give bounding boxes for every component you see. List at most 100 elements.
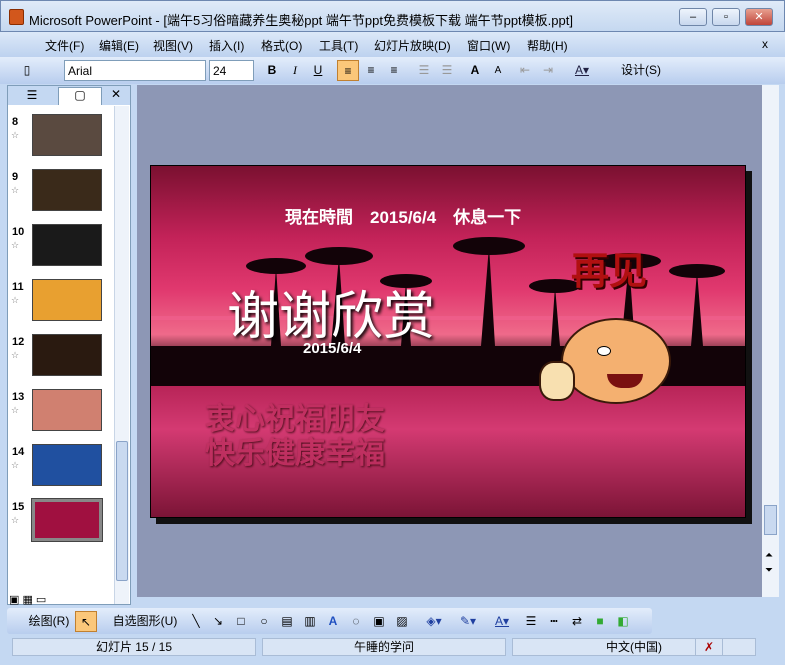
decrease-indent-icon[interactable]: ⇤ (515, 60, 535, 81)
slide-number: 13 (12, 391, 25, 403)
slide-number: 8 (12, 116, 19, 128)
bold-button[interactable]: B (263, 60, 281, 81)
slide-thumbnail-10[interactable]: 10 ☆ (8, 224, 113, 274)
outline-tab[interactable]: ☰ (12, 88, 52, 104)
increase-indent-icon[interactable]: ⇥ (538, 60, 558, 81)
align-right-icon[interactable]: ≡ (384, 60, 404, 81)
scroll-thumb[interactable] (116, 441, 128, 581)
wordart-icon[interactable]: A (324, 611, 342, 632)
slide-title: 谢谢欣赏 (227, 287, 436, 347)
menu-help[interactable]: 帮助(H) (527, 37, 568, 54)
textbox-icon[interactable]: ▤ (278, 611, 296, 632)
new-icon[interactable]: ▯ (16, 60, 38, 81)
main-scrollbar[interactable]: ⏶ ⏷ (762, 85, 779, 597)
slide-15[interactable]: 現在時間 2015/6/4 休息一下 谢谢欣赏 2015/6/4 再见 衷心祝福… (150, 165, 746, 518)
rectangle-icon[interactable]: □ (232, 611, 250, 632)
drawing-toolbar: 绘图(R) ↖ 自选图形(U) ╲ ↘ □ ○ ▤ ▥ A ◌ ▣ ▨ ◈▾ ✎… (7, 608, 652, 634)
menu-format[interactable]: 格式(O) (261, 37, 302, 54)
design-button[interactable]: 设计(S) (609, 60, 673, 81)
underline-button[interactable]: U (309, 60, 327, 81)
animation-star-icon: ☆ (11, 350, 20, 360)
powerpoint-icon (9, 9, 24, 25)
menu-view[interactable]: 视图(V) (153, 37, 193, 54)
3d-icon[interactable]: ◧ (615, 611, 631, 632)
font-select[interactable]: Arial (64, 60, 206, 81)
vertical-textbox-icon[interactable]: ▥ (301, 611, 319, 632)
maximize-button[interactable]: ▫ (712, 8, 740, 26)
font-color-draw-icon[interactable]: A▾ (489, 611, 515, 632)
menu-bar: 文件(F) 编辑(E) 视图(V) 插入(I) 格式(O) 工具(T) 幻灯片放… (0, 32, 785, 57)
status-bar: 幻灯片 15 / 15 午睡的学问 中文(中国) ✗ (0, 636, 785, 658)
diagram-icon[interactable]: ◌ (347, 611, 365, 632)
picture-icon[interactable]: ▨ (393, 611, 411, 632)
slide-counter: 幻灯片 15 / 15 (12, 638, 256, 656)
thumbnail-image (32, 224, 102, 266)
spelling-icon[interactable]: ✗ (695, 638, 723, 656)
animation-star-icon: ☆ (11, 460, 20, 470)
decrease-font-icon[interactable]: A (488, 60, 508, 81)
menu-slideshow[interactable]: 幻灯片放映(D) (374, 37, 451, 54)
line-color-icon[interactable]: ✎▾ (455, 611, 481, 632)
italic-button[interactable]: I (286, 60, 304, 81)
menu-window[interactable]: 窗口(W) (467, 37, 510, 54)
document-close-button[interactable]: x (762, 37, 768, 51)
slide-thumbnail-14[interactable]: 14 ☆ (8, 444, 113, 494)
menu-edit[interactable]: 编辑(E) (99, 37, 139, 54)
align-center-icon[interactable]: ≡ (361, 60, 381, 81)
font-size-select[interactable]: 24 (209, 60, 254, 81)
oval-icon[interactable]: ○ (255, 611, 273, 632)
thumbnail-image (31, 498, 103, 542)
formatting-toolbar: ▯ Arial 24 B I U ≡ ≡ ≡ ☰ ☰ A A ⇤ ⇥ A▾ 设计… (0, 57, 785, 84)
arrow-icon[interactable]: ↘ (209, 611, 227, 632)
animation-star-icon: ☆ (11, 185, 20, 195)
thumbnail-image (32, 334, 102, 376)
slide-thumbnail-13[interactable]: 13 ☆ (8, 389, 113, 439)
animation-star-icon: ☆ (11, 240, 20, 250)
slide-thumbnail-9[interactable]: 9 ☆ (8, 169, 113, 219)
slide-number: 14 (12, 446, 25, 458)
slide-thumbnail-15[interactable]: 15 ☆ (8, 498, 113, 549)
title-bar: Microsoft PowerPoint - [端午5习俗暗藏养生奥秘ppt 端… (0, 0, 785, 32)
numbering-icon[interactable]: ☰ (414, 60, 434, 81)
line-style-icon[interactable]: ☰ (522, 611, 540, 632)
animation-star-icon: ☆ (11, 515, 20, 525)
minimize-button[interactable]: – (679, 8, 707, 26)
slide-thumbnail-12[interactable]: 12 ☆ (8, 334, 113, 384)
close-pane-icon[interactable]: ✕ (111, 87, 121, 101)
menu-tools[interactable]: 工具(T) (319, 37, 358, 54)
slide-number: 15 (12, 501, 25, 513)
slides-tab[interactable]: ▢ (58, 87, 102, 105)
thumbnail-image (32, 444, 102, 486)
font-color-icon[interactable]: A▾ (568, 60, 596, 81)
blessing-line-2: 快乐健康幸福 (205, 437, 385, 470)
scroll-thumb[interactable] (764, 505, 777, 535)
select-arrow-icon[interactable]: ↖ (75, 611, 97, 632)
previous-slide-icon[interactable]: ⏶ (765, 550, 773, 561)
animation-star-icon: ☆ (11, 405, 20, 415)
shadow-icon[interactable]: ■ (592, 611, 608, 632)
thumbnail-image (32, 279, 102, 321)
dash-style-icon[interactable]: ┅ (545, 611, 563, 632)
align-left-icon[interactable]: ≡ (337, 60, 359, 81)
slide-number: 10 (12, 226, 25, 238)
bullets-icon[interactable]: ☰ (437, 60, 457, 81)
fill-color-icon[interactable]: ◈▾ (421, 611, 447, 632)
next-slide-icon[interactable]: ⏷ (765, 565, 773, 576)
slide-thumbnail-8[interactable]: 8 ☆ (8, 114, 113, 164)
menu-insert[interactable]: 插入(I) (209, 37, 244, 54)
slide-thumbnail-11[interactable]: 11 ☆ (8, 279, 113, 329)
thumbnail-image (32, 114, 102, 156)
increase-font-icon[interactable]: A (465, 60, 485, 81)
slides-scrollbar[interactable] (114, 106, 129, 604)
clipart-icon[interactable]: ▣ (370, 611, 388, 632)
view-buttons[interactable]: ▣ ▦ ▭ (9, 593, 46, 606)
close-button[interactable]: ✕ (745, 8, 773, 26)
cartoon-hand (539, 361, 575, 401)
slide-date: 2015/6/4 (303, 340, 362, 357)
line-icon[interactable]: ╲ (187, 611, 205, 632)
farewell-text: 再见 (571, 251, 648, 293)
autoshapes-menu[interactable]: 自选图形(U) (105, 611, 185, 632)
draw-menu[interactable]: 绘图(R) (19, 611, 79, 632)
arrow-style-icon[interactable]: ⇄ (568, 611, 586, 632)
menu-file[interactable]: 文件(F) (45, 37, 84, 54)
